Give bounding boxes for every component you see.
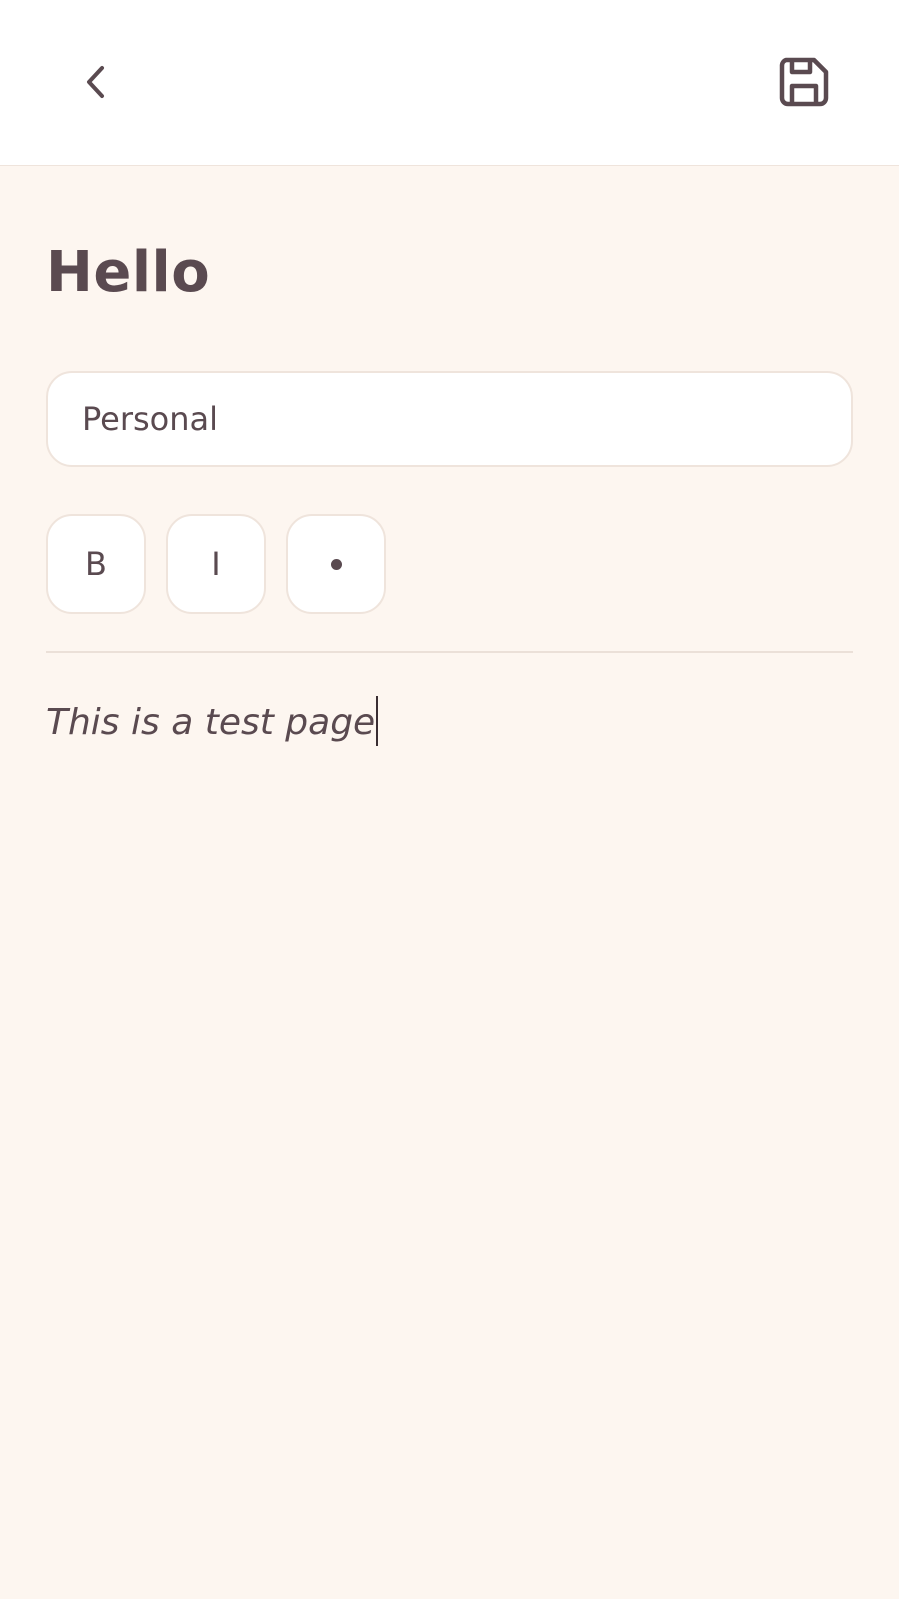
bold-button[interactable]: B <box>46 514 146 614</box>
note-editor-screen: Hello B I This is a test page <box>0 0 899 1599</box>
formatting-toolbar: B I <box>46 514 386 614</box>
chevron-left-icon <box>87 66 104 98</box>
bullet-dot-icon <box>330 558 342 570</box>
category-input[interactable] <box>82 400 851 438</box>
category-field[interactable] <box>46 371 853 467</box>
note-body-editor[interactable]: This is a test page <box>46 696 853 756</box>
top-bar <box>0 0 899 166</box>
text-caret <box>376 696 379 746</box>
note-title[interactable]: Hello <box>46 240 210 306</box>
save-button[interactable] <box>764 42 844 122</box>
floppy-disk-icon <box>779 57 829 107</box>
bullet-list-button[interactable] <box>286 514 386 614</box>
divider <box>46 651 853 653</box>
italic-label: I <box>211 545 221 583</box>
back-button[interactable] <box>57 42 137 122</box>
italic-button[interactable]: I <box>166 514 266 614</box>
bold-label: B <box>85 545 107 583</box>
note-body-text: This is a test page <box>46 702 376 743</box>
